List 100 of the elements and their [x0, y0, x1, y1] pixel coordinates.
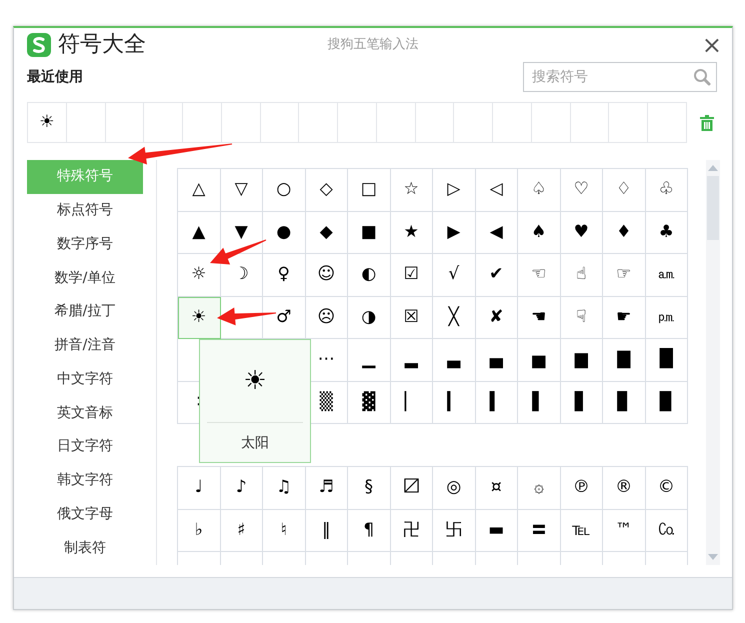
- symbol-cell[interactable]: ©: [646, 467, 688, 510]
- symbol-cell[interactable]: □: [348, 169, 390, 212]
- symbol-cell[interactable]: ♫: [263, 467, 306, 510]
- symbol-cell[interactable]: ♤: [518, 169, 560, 212]
- symbol-cell[interactable]: △: [178, 169, 220, 212]
- recent-symbol-slot[interactable]: [648, 103, 688, 143]
- symbol-cell[interactable]: ▆: [560, 339, 603, 382]
- category-item[interactable]: 中文字符: [27, 362, 143, 396]
- symbol-cell[interactable]: ▂: [390, 339, 433, 382]
- symbol-cell[interactable]: ☑: [390, 254, 433, 296]
- symbol-cell[interactable]: ▄: [476, 339, 518, 382]
- symbol-cell[interactable]: ♣: [646, 212, 688, 254]
- symbol-cell[interactable]: ▃: [433, 339, 476, 382]
- recent-symbol-slot[interactable]: [416, 103, 454, 143]
- symbol-cell[interactable]: ◆: [306, 212, 348, 254]
- symbol-cell[interactable]: ♭: [178, 510, 220, 552]
- symbol-cell[interactable]: ▬: [476, 510, 518, 552]
- symbol-cell[interactable]: ▶: [433, 212, 476, 254]
- recent-symbol-slot[interactable]: [493, 103, 532, 143]
- symbol-cell[interactable]: ♯: [220, 510, 263, 552]
- symbol-cell[interactable]: ◐: [348, 254, 390, 296]
- symbol-cell[interactable]: ▁: [348, 339, 390, 382]
- scrollbar-thumb[interactable]: [707, 176, 719, 240]
- symbol-cell[interactable]: ▇: [603, 339, 646, 382]
- search-icon[interactable]: [693, 68, 711, 86]
- category-item[interactable]: 拼音/注音: [27, 328, 143, 362]
- symbol-cell[interactable]: ▓: [348, 382, 390, 424]
- symbol-cell[interactable]: ☒: [390, 296, 433, 339]
- symbol-cell[interactable]: ○: [263, 169, 306, 212]
- symbol-cell[interactable]: ۞: [518, 467, 560, 510]
- symbol-cell[interactable]: ‖: [306, 510, 348, 552]
- recent-symbol-slot[interactable]: [66, 103, 106, 143]
- symbol-cell[interactable]: ╳: [433, 296, 476, 339]
- search-field[interactable]: 搜索符号: [523, 62, 717, 92]
- symbol-cell[interactable]: ◁: [476, 169, 518, 212]
- symbol-cell[interactable]: █: [646, 339, 688, 382]
- recent-symbol-slot[interactable]: [454, 103, 494, 143]
- category-item[interactable]: 标点符号: [27, 194, 143, 228]
- symbol-cell[interactable]: ♡: [560, 169, 603, 212]
- recent-symbol-slot[interactable]: ☀: [28, 103, 67, 143]
- category-item[interactable]: 制表符: [27, 531, 143, 565]
- category-item[interactable]: 英文音标: [27, 396, 143, 430]
- symbol-cell[interactable]: ♦: [603, 212, 646, 254]
- scroll-up-icon[interactable]: [708, 164, 718, 172]
- symbol-cell[interactable]: ♮: [263, 510, 306, 552]
- recent-symbol-slot[interactable]: [376, 103, 416, 143]
- symbol-cell[interactable]: √: [433, 254, 476, 296]
- symbol-cell[interactable]: ♢: [603, 169, 646, 212]
- symbol-cell[interactable]: ▉: [646, 382, 688, 424]
- symbol-cell[interactable]: ℡: [560, 510, 603, 552]
- recent-symbol-slot[interactable]: [338, 103, 377, 143]
- symbol-cell[interactable]: ▎: [433, 382, 476, 424]
- symbol-cell[interactable]: ☆: [390, 169, 433, 212]
- symbol-cell[interactable]: ♀: [263, 254, 306, 296]
- category-item[interactable]: 韩文字符: [27, 464, 143, 498]
- symbol-cell[interactable]: 卐: [433, 510, 476, 552]
- symbol-cell[interactable]: ■: [348, 212, 390, 254]
- category-item[interactable]: 数学/单位: [27, 261, 143, 295]
- symbol-cell[interactable]: ™: [603, 510, 646, 552]
- symbol-cell[interactable]: ▌: [518, 382, 560, 424]
- scroll-down-icon[interactable]: [708, 553, 718, 561]
- symbol-cell[interactable]: ㏇: [646, 510, 688, 552]
- symbol-cell[interactable]: ▷: [433, 169, 476, 212]
- symbol-cell[interactable]: 〓: [518, 510, 560, 552]
- symbol-cell[interactable]: ®: [603, 467, 646, 510]
- recent-symbol-slot[interactable]: [260, 103, 300, 143]
- symbol-cell[interactable]: ♂: [263, 296, 306, 339]
- symbol-cell[interactable]: §: [348, 467, 390, 510]
- symbol-cell[interactable]: ▏: [390, 382, 433, 424]
- symbol-cell[interactable]: ㏂: [646, 254, 688, 296]
- symbol-cell[interactable]: ▍: [476, 382, 518, 424]
- symbol-cell[interactable]: ◇: [306, 169, 348, 212]
- symbol-cell[interactable]: ◎: [433, 467, 476, 510]
- symbol-cell[interactable]: ♠: [518, 212, 560, 254]
- recent-symbol-slot[interactable]: [222, 103, 261, 143]
- symbol-cell[interactable]: ▲: [178, 212, 220, 254]
- symbol-cell[interactable]: ♪: [220, 467, 263, 510]
- category-item[interactable]: 数字序号: [27, 228, 143, 262]
- symbol-cell[interactable]: ▋: [560, 382, 603, 424]
- symbol-cell[interactable]: 卍: [390, 510, 433, 552]
- symbol-cell[interactable]: ¤: [476, 467, 518, 510]
- symbol-cell[interactable]: ☟: [560, 296, 603, 339]
- symbol-cell[interactable]: ◀: [476, 212, 518, 254]
- recent-symbol-slot[interactable]: [570, 103, 610, 143]
- symbol-cell[interactable]: ℗: [560, 467, 603, 510]
- symbol-cell[interactable]: ♧: [646, 169, 688, 212]
- symbol-cell[interactable]: ◑: [348, 296, 390, 339]
- symbol-cell[interactable]: ▊: [603, 382, 646, 424]
- category-item[interactable]: 俄文字母: [27, 498, 143, 532]
- symbol-cell[interactable]: ▅: [518, 339, 560, 382]
- symbol-cell[interactable]: 〼: [390, 467, 433, 510]
- symbol-cell[interactable]: ✔: [476, 254, 518, 296]
- symbol-cell[interactable]: ☽: [220, 254, 263, 296]
- symbol-cell[interactable]: ▽: [220, 169, 263, 212]
- symbol-cell[interactable]: ★: [390, 212, 433, 254]
- category-item[interactable]: 希腊/拉丁: [27, 295, 143, 329]
- recent-symbol-slot[interactable]: [609, 103, 648, 143]
- symbol-cell[interactable]: ♩: [178, 467, 220, 510]
- recent-symbol-slot[interactable]: [144, 103, 184, 143]
- recent-symbol-slot[interactable]: [106, 103, 144, 143]
